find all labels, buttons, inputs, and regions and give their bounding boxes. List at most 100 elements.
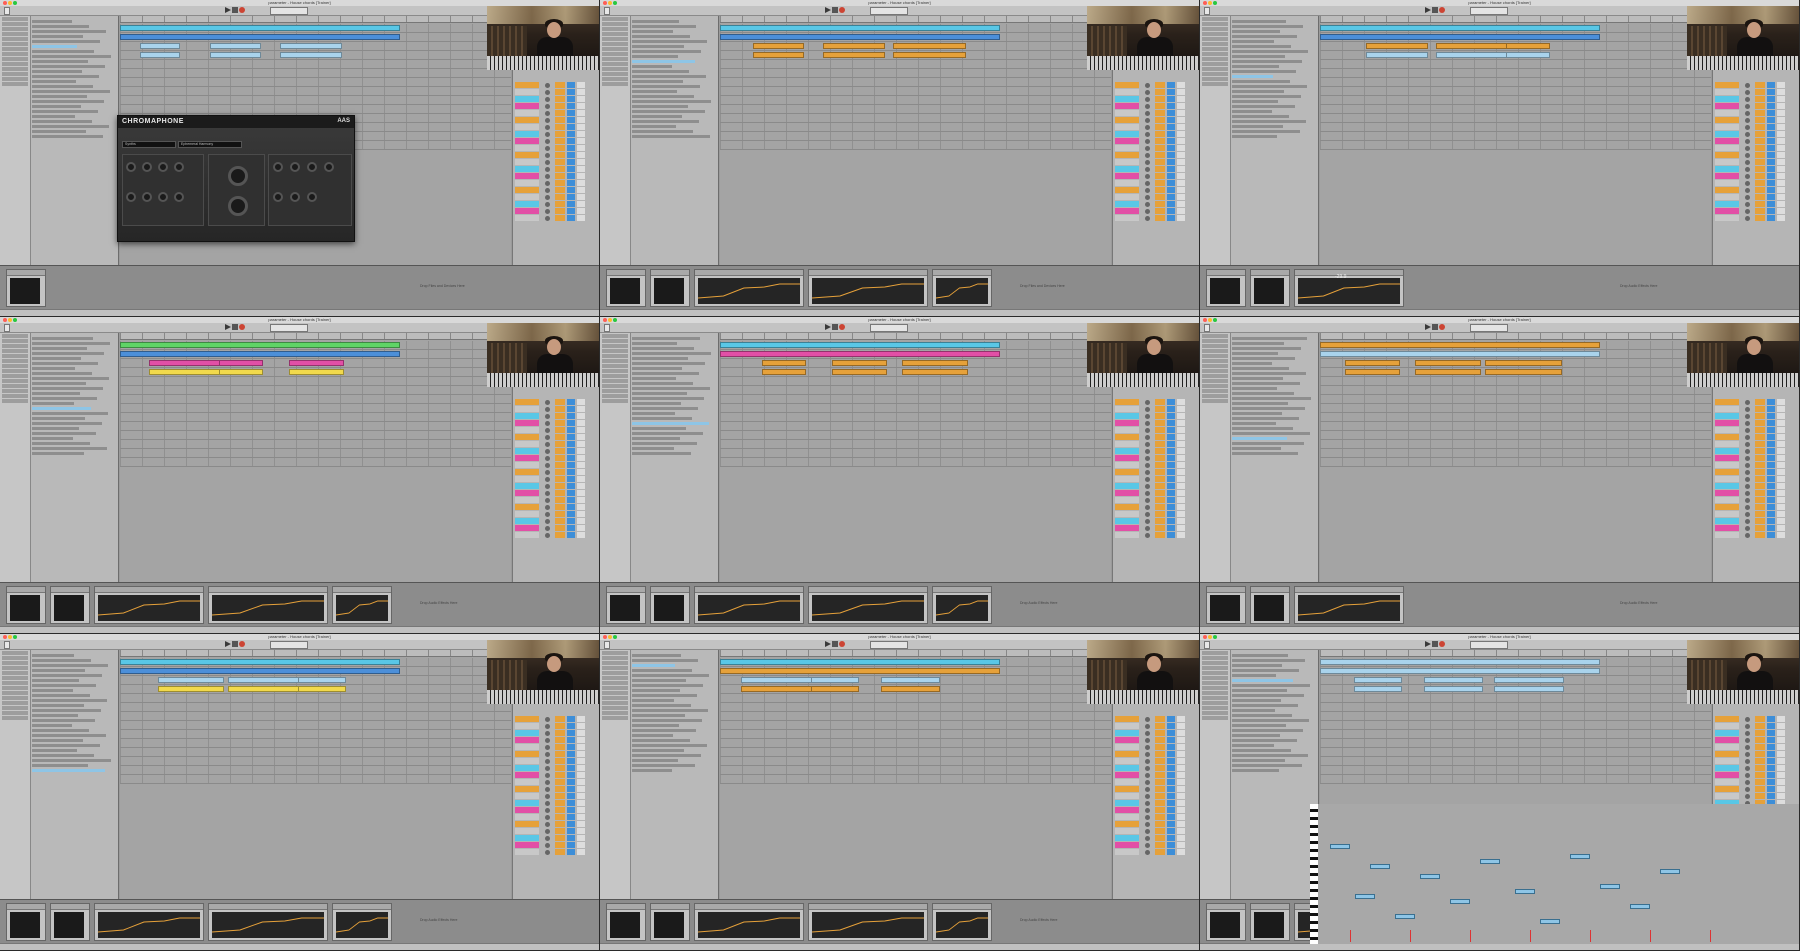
solo-button[interactable] xyxy=(1167,117,1175,123)
pan-knob[interactable] xyxy=(1145,724,1150,729)
browser-category[interactable] xyxy=(2,82,28,86)
pan-knob[interactable] xyxy=(1745,153,1750,158)
arm-button[interactable] xyxy=(1177,194,1185,200)
browser-item[interactable] xyxy=(32,699,107,702)
solo-button[interactable] xyxy=(1767,793,1775,799)
track-activator[interactable] xyxy=(1755,159,1765,165)
solo-button[interactable] xyxy=(567,828,575,834)
device[interactable] xyxy=(650,586,690,624)
browser-category[interactable] xyxy=(1202,696,1228,700)
track-name-tab[interactable] xyxy=(1115,758,1139,764)
track-activator[interactable] xyxy=(1155,208,1165,214)
browser-item[interactable] xyxy=(632,709,708,712)
track-activator[interactable] xyxy=(1755,427,1765,433)
track-activator[interactable] xyxy=(555,779,565,785)
track-name-tab[interactable] xyxy=(515,842,539,848)
arm-button[interactable] xyxy=(577,504,585,510)
arm-button[interactable] xyxy=(1177,821,1185,827)
solo-button[interactable] xyxy=(1767,737,1775,743)
pan-knob[interactable] xyxy=(545,780,550,785)
track-activator[interactable] xyxy=(1155,166,1165,172)
browser-item[interactable] xyxy=(32,447,107,450)
clip[interactable] xyxy=(1320,351,1600,357)
track-activator[interactable] xyxy=(1155,765,1165,771)
arm-button[interactable] xyxy=(577,800,585,806)
solo-button[interactable] xyxy=(1767,187,1775,193)
pan-knob[interactable] xyxy=(1145,512,1150,517)
browser-item[interactable] xyxy=(1232,417,1299,420)
device[interactable] xyxy=(694,903,804,941)
browser-item[interactable] xyxy=(32,80,76,83)
browser-item[interactable] xyxy=(1232,769,1279,772)
browser-category[interactable] xyxy=(2,354,28,358)
track-activator[interactable] xyxy=(1155,730,1165,736)
arm-button[interactable] xyxy=(1777,110,1785,116)
track-name-tab[interactable] xyxy=(515,786,539,792)
track-activator[interactable] xyxy=(555,138,565,144)
device-title-bar[interactable] xyxy=(95,587,203,593)
solo-button[interactable] xyxy=(1167,779,1175,785)
solo-button[interactable] xyxy=(567,723,575,729)
browser-item[interactable] xyxy=(1232,95,1301,98)
browser-item[interactable] xyxy=(1232,432,1310,435)
browser-item[interactable] xyxy=(1232,125,1283,128)
track-activator[interactable] xyxy=(555,758,565,764)
track-activator[interactable] xyxy=(555,96,565,102)
browser-item[interactable] xyxy=(1232,719,1309,722)
solo-button[interactable] xyxy=(1167,166,1175,172)
track-activator[interactable] xyxy=(555,201,565,207)
device-title-bar[interactable] xyxy=(1207,270,1245,276)
solo-button[interactable] xyxy=(567,800,575,806)
device-title-bar[interactable] xyxy=(1207,587,1245,593)
solo-button[interactable] xyxy=(1767,138,1775,144)
midi-note[interactable] xyxy=(1370,864,1390,869)
track-activator[interactable] xyxy=(1155,138,1165,144)
clip[interactable] xyxy=(1415,369,1481,375)
browser-item[interactable] xyxy=(1232,734,1280,737)
stop-button[interactable] xyxy=(1432,7,1438,13)
track-activator[interactable] xyxy=(555,208,565,214)
pan-knob[interactable] xyxy=(1145,829,1150,834)
solo-button[interactable] xyxy=(567,758,575,764)
browser-item[interactable] xyxy=(32,709,101,712)
track-activator[interactable] xyxy=(555,427,565,433)
track-name-tab[interactable] xyxy=(1115,187,1139,193)
device[interactable] xyxy=(606,903,646,941)
browser-category[interactable] xyxy=(2,384,28,388)
clip[interactable] xyxy=(280,43,342,49)
device[interactable] xyxy=(1294,586,1404,624)
pan-knob[interactable] xyxy=(1145,202,1150,207)
timeline-ruler[interactable] xyxy=(1320,650,1711,657)
browser-item[interactable] xyxy=(632,407,698,410)
browser-item[interactable] xyxy=(32,382,86,385)
browser-item[interactable] xyxy=(1232,362,1272,365)
browser-item[interactable] xyxy=(1232,694,1304,697)
solo-button[interactable] xyxy=(1767,166,1775,172)
browser-item[interactable] xyxy=(32,30,106,33)
browser-category[interactable] xyxy=(602,364,628,368)
solo-button[interactable] xyxy=(1167,427,1175,433)
track-name-tab[interactable] xyxy=(1715,145,1739,151)
pan-knob[interactable] xyxy=(1145,731,1150,736)
record-button[interactable] xyxy=(239,641,245,647)
browser-item[interactable] xyxy=(632,35,690,38)
solo-button[interactable] xyxy=(1767,194,1775,200)
arm-button[interactable] xyxy=(1777,793,1785,799)
track-activator[interactable] xyxy=(555,180,565,186)
device-title-bar[interactable] xyxy=(933,587,991,593)
browser-item[interactable] xyxy=(1232,392,1294,395)
browser-item[interactable] xyxy=(632,387,710,390)
device[interactable] xyxy=(332,903,392,941)
track-name-tab[interactable] xyxy=(515,490,539,496)
track-name-tab[interactable] xyxy=(1715,159,1739,165)
clip[interactable] xyxy=(1354,677,1402,683)
arm-button[interactable] xyxy=(1177,504,1185,510)
track-name-tab[interactable] xyxy=(1115,483,1139,489)
browser-category[interactable] xyxy=(2,62,28,66)
pan-knob[interactable] xyxy=(1745,794,1750,799)
solo-button[interactable] xyxy=(1767,441,1775,447)
browser-category[interactable] xyxy=(602,661,628,665)
pan-knob[interactable] xyxy=(1145,766,1150,771)
track-name-tab[interactable] xyxy=(1715,208,1739,214)
preset-bank-field[interactable]: Synths xyxy=(122,141,176,148)
